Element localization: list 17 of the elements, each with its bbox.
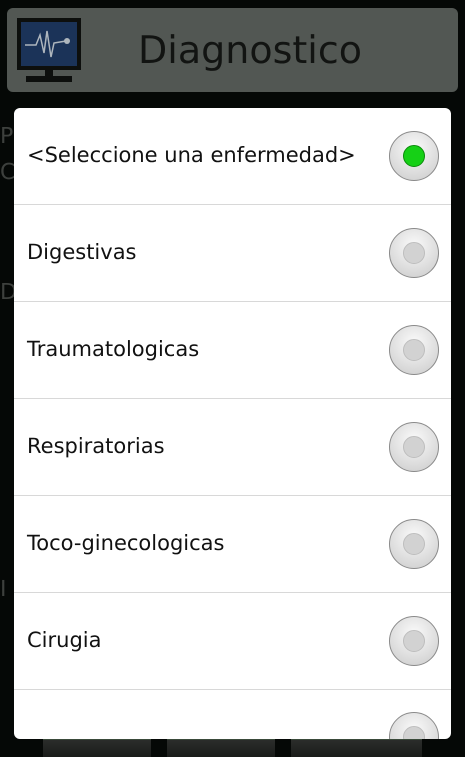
option-row[interactable]: Traumatologicas bbox=[14, 302, 451, 399]
background-label: P bbox=[0, 123, 14, 151]
option-row[interactable]: Cirugia bbox=[14, 593, 451, 690]
radio-button[interactable] bbox=[389, 616, 439, 666]
radio-button[interactable] bbox=[389, 228, 439, 278]
screen-title: Diagnostico bbox=[137, 26, 363, 74]
background-label: I bbox=[0, 576, 6, 604]
background-label: C bbox=[0, 159, 16, 187]
radio-button[interactable] bbox=[389, 422, 439, 472]
option-row[interactable]: Digestivas bbox=[14, 205, 451, 302]
radio-button[interactable] bbox=[389, 131, 439, 181]
option-row[interactable]: Respiratorias bbox=[14, 399, 451, 496]
heart-monitor-icon bbox=[16, 17, 82, 83]
radio-button[interactable] bbox=[389, 325, 439, 375]
option-row[interactable]: Toco-ginecologicas bbox=[14, 496, 451, 593]
option-row[interactable]: <Seleccione una enfermedad> bbox=[14, 108, 451, 205]
radio-button[interactable] bbox=[389, 519, 439, 569]
